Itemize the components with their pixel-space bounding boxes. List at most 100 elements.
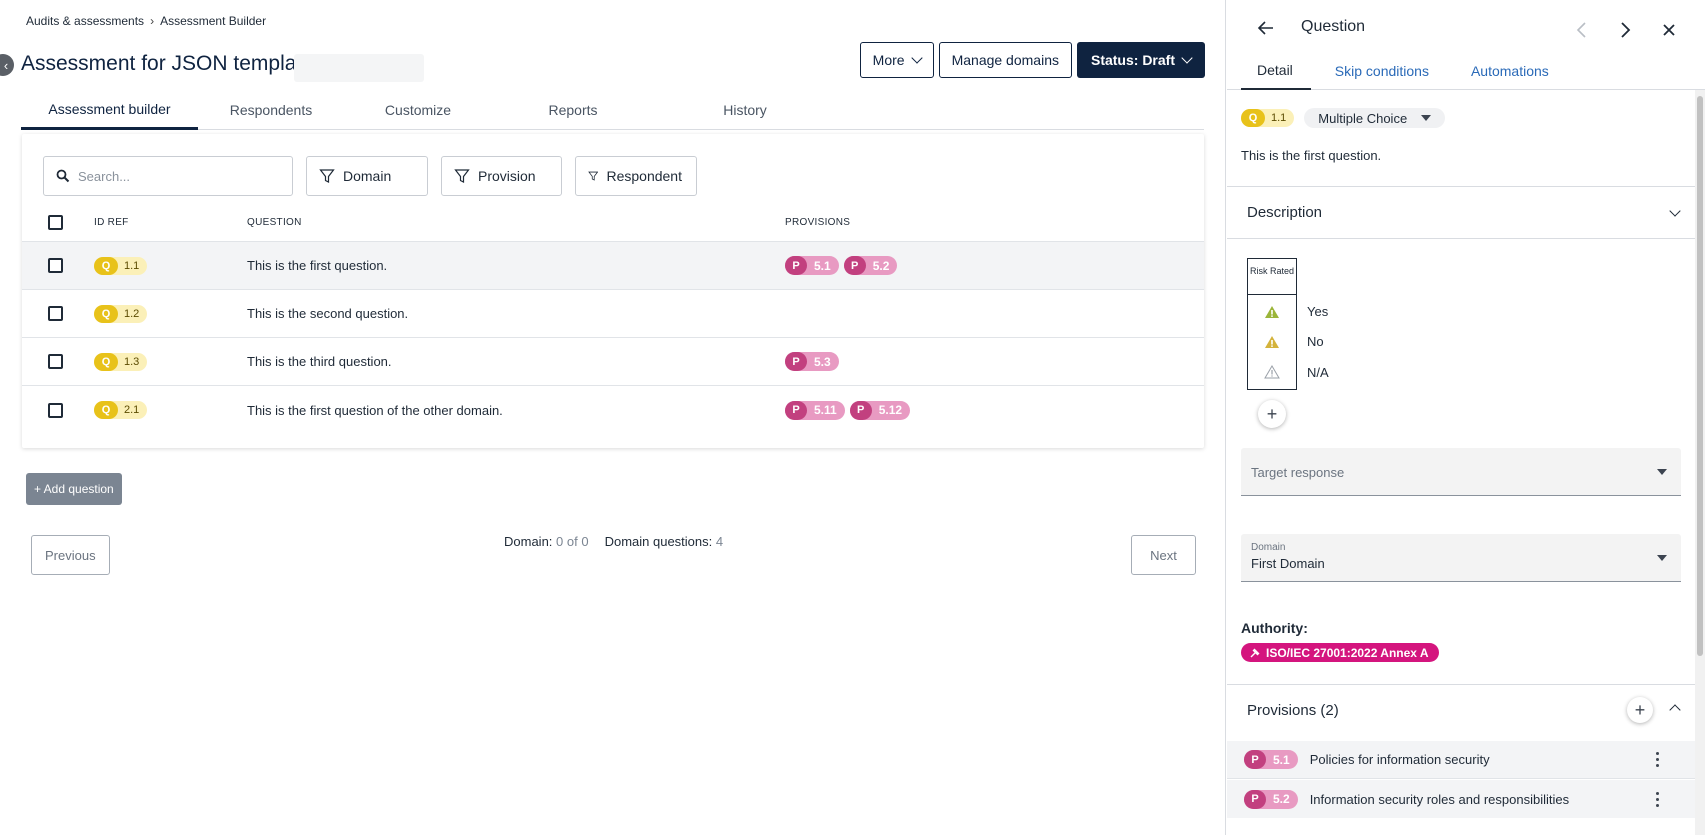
target-response-select[interactable]: Target response: [1241, 448, 1681, 496]
provision-row[interactable]: P 5.1 Policies for information security: [1227, 741, 1695, 779]
domain-info: Domain: 0 of 0 Domain questions: 4: [504, 534, 723, 549]
filter-domain-button[interactable]: Domain: [306, 156, 428, 196]
table-row[interactable]: Q 2.1 This is the first question of the o…: [22, 386, 1204, 434]
tab-history[interactable]: History: [654, 90, 836, 130]
domain-select[interactable]: Domain First Domain: [1241, 534, 1681, 582]
answer-option[interactable]: N/A: [1307, 365, 1329, 380]
risk-rated-header: Risk Rated: [1248, 259, 1296, 295]
tab-respondents[interactable]: Respondents: [198, 90, 344, 130]
more-options-icon[interactable]: [1656, 752, 1659, 767]
warning-icon[interactable]: [1264, 335, 1280, 349]
provisions-section: Provisions (2) +: [1227, 684, 1695, 736]
page-title: Assessment for JSON template: [21, 52, 314, 75]
more-options-icon[interactable]: [1656, 791, 1659, 807]
filter-provision-button[interactable]: Provision: [441, 156, 562, 196]
row-checkbox[interactable]: [48, 354, 63, 369]
provision-badge[interactable]: P 5.11: [785, 400, 845, 420]
provision-badge[interactable]: P 5.2: [843, 256, 898, 275]
table-row[interactable]: Q 1.2 This is the second question.: [22, 290, 1204, 338]
more-button[interactable]: More: [859, 42, 934, 78]
question-id: 1.1: [1271, 112, 1287, 124]
question-text[interactable]: This is the first question.: [1241, 148, 1381, 163]
warning-icon[interactable]: [1264, 305, 1280, 319]
warning-outline-icon[interactable]: [1264, 365, 1280, 379]
more-button-label: More: [872, 52, 905, 68]
provision-badge: P 5.1: [1244, 750, 1298, 769]
provision-id: 5.11: [814, 403, 837, 417]
header-id-ref: ID REF: [94, 217, 129, 228]
add-question-button[interactable]: + Add question: [26, 473, 122, 505]
filter-respondent-button[interactable]: Respondent: [575, 156, 697, 196]
filter-respondent-label: Respondent: [606, 168, 682, 184]
table-row[interactable]: Q 1.1 This is the first question. P 5.1 P5…: [22, 242, 1204, 290]
chevron-right-icon[interactable]: [1618, 21, 1632, 39]
row-checkbox[interactable]: [48, 306, 63, 321]
authority-badge[interactable]: ISO/IEC 27001:2022 Annex A: [1241, 643, 1439, 662]
domain-questions-label: Domain questions:: [604, 534, 713, 549]
tab-skip-conditions[interactable]: Skip conditions: [1319, 52, 1447, 90]
provision-badge[interactable]: P 5.1: [785, 256, 839, 275]
question-text: This is the third question.: [247, 354, 392, 369]
chevron-down-icon: [1669, 205, 1681, 217]
question-type-row: Q 1.1 Multiple Choice: [1241, 108, 1446, 128]
provision-badge: P 5.2: [1244, 789, 1298, 809]
header-question: QUESTION: [247, 217, 302, 228]
row-checkbox[interactable]: [48, 402, 63, 418]
p-marker: P: [785, 400, 807, 420]
question-id: 1.2: [124, 307, 140, 320]
answer-option[interactable]: No: [1307, 334, 1324, 349]
chevron-down-icon: [910, 52, 923, 64]
question-type-select[interactable]: Multiple Choice: [1304, 108, 1446, 128]
p-marker: P: [1244, 750, 1266, 769]
question-id-badge: Q 1.1: [94, 256, 148, 275]
tab-customize[interactable]: Customize: [344, 90, 492, 130]
plus-icon: +: [1266, 403, 1278, 424]
close-icon[interactable]: [1663, 24, 1675, 36]
table-row[interactable]: Q 1.3 This is the third question. P 5.3: [22, 338, 1204, 386]
provision-row[interactable]: P 5.2 Information security roles and resp…: [1227, 780, 1695, 818]
provision-name: Information security roles and responsib…: [1309, 791, 1570, 807]
description-section[interactable]: Description: [1227, 186, 1695, 239]
chevron-left-icon[interactable]: [1575, 21, 1589, 39]
scrollbar-thumb[interactable]: [1697, 96, 1703, 656]
next-button[interactable]: Next: [1131, 535, 1196, 575]
breadcrumb-current: Assessment Builder: [160, 14, 267, 28]
chevron-down-icon: [1181, 52, 1193, 64]
tab-detail[interactable]: Detail: [1241, 52, 1311, 90]
risk-rated-column: Risk Rated: [1247, 258, 1297, 390]
caret-down-icon: [1657, 469, 1667, 475]
header-actions: More Manage domains Status: Draft: [859, 42, 1205, 78]
provision-badge[interactable]: P 5.3: [785, 352, 839, 371]
breadcrumb-root-link[interactable]: Audits & assessments: [26, 14, 144, 28]
add-answer-button[interactable]: +: [1258, 400, 1286, 428]
provision-id: 5.12: [878, 403, 903, 417]
add-provision-button[interactable]: +: [1627, 697, 1653, 723]
tab-automations[interactable]: Automations: [1455, 52, 1567, 90]
tab-reports[interactable]: Reports: [492, 90, 654, 130]
arrow-left-icon[interactable]: [1257, 19, 1275, 37]
question-id-badge: Q 2.1: [94, 401, 148, 419]
filter-domain-label: Domain: [343, 168, 392, 184]
provision-id: 5.2: [1273, 792, 1290, 806]
question-id-badge: Q 1.2: [94, 304, 148, 323]
row-checkbox[interactable]: [48, 258, 63, 273]
collapse-sidebar-button[interactable]: ‹: [0, 54, 14, 76]
manage-domains-button[interactable]: Manage domains: [938, 42, 1072, 78]
q-marker: Q: [1241, 109, 1265, 127]
filter-toolbar: Search... Domain Provision Respondent: [43, 156, 697, 196]
search-input[interactable]: Search...: [43, 156, 293, 196]
question-id-badge: Q 1.1: [1241, 109, 1295, 127]
tab-assessment-builder[interactable]: Assessment builder: [21, 90, 198, 130]
chevron-up-icon[interactable]: [1669, 704, 1681, 716]
provisions-label: Provisions (2): [1247, 702, 1339, 719]
authority-value: ISO/IEC 27001:2022 Annex A: [1266, 645, 1429, 660]
answer-option[interactable]: Yes: [1307, 304, 1328, 319]
previous-button[interactable]: Previous: [31, 535, 110, 575]
provision-badge[interactable]: P 5.12: [849, 400, 911, 420]
q-marker: Q: [94, 256, 118, 275]
question-id: 2.1: [124, 404, 140, 416]
provision-id: 5.1: [1273, 752, 1290, 767]
header-provisions: PROVISIONS: [785, 217, 851, 228]
status-button[interactable]: Status: Draft: [1076, 42, 1205, 78]
select-all-checkbox[interactable]: [48, 215, 63, 230]
